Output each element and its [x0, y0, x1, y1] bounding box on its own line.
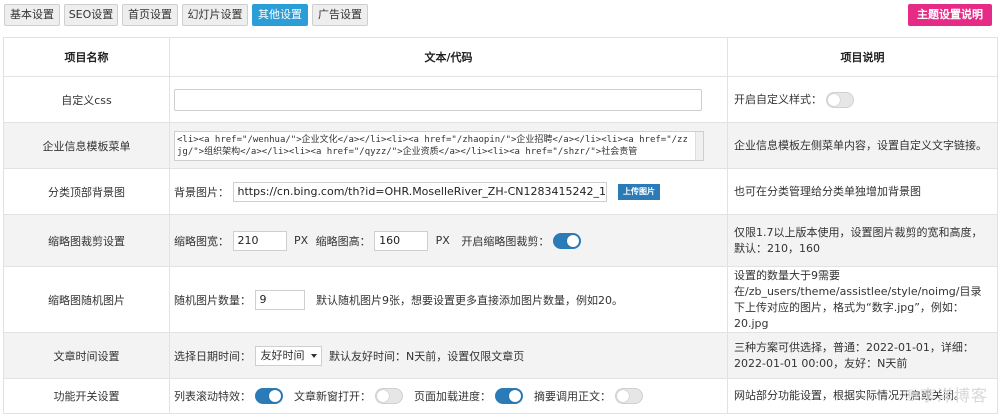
- excerpt-body-label: 摘要调用正文：: [534, 390, 611, 403]
- company-menu-code-textarea[interactable]: <li><a href="/wenhua/">企业文化</a></li><li>…: [174, 130, 704, 161]
- row-company-menu: 企业信息模板菜单 <li><a href="/wenhua/">企业文化</a>…: [3, 122, 998, 169]
- row-name: 文章时间设置: [3, 332, 170, 379]
- unit-px: PX: [435, 234, 450, 247]
- table-header: 项目名称 文本/代码 项目说明: [3, 37, 998, 77]
- thumb-height-input[interactable]: 160: [374, 230, 429, 251]
- date-time-label: 选择日期时间：: [174, 349, 251, 363]
- row-name: 分类顶部背景图: [3, 168, 170, 215]
- thumb-crop-label: 开启缩略图裁剪：: [461, 234, 550, 248]
- header-item-desc: 项目说明: [727, 37, 998, 77]
- row-desc: 仅限1.7以上版本使用，设置图片裁剪的宽和高度，默认：210，160: [727, 214, 998, 267]
- watermark-logo: ®李洋博客: [902, 386, 988, 405]
- bg-image-url-input[interactable]: https://cn.bing.com/th?id=OHR.MoselleRiv…: [232, 181, 607, 202]
- excerpt-body-toggle[interactable]: [614, 388, 643, 404]
- date-format-hint: 默认友好时间：N天前，设置仅限文章页: [329, 349, 525, 363]
- upload-image-button[interactable]: 上传图片: [618, 183, 660, 200]
- custom-css-textarea[interactable]: [174, 88, 702, 111]
- top-tab-bar: 基本设置 SEO设置 首页设置 幻灯片设置 其他设置 广告设置 主题设置说明: [0, 0, 1000, 34]
- tab-basic-settings[interactable]: 基本设置: [4, 4, 60, 26]
- row-article-time: 文章时间设置 选择日期时间： 友好时间 默认友好时间：N天前，设置仅限文章页 三…: [3, 332, 998, 379]
- header-item-name: 项目名称: [3, 37, 170, 77]
- tab-home-settings[interactable]: 首页设置: [122, 4, 178, 26]
- row-feature-switch: 功能开关设置 列表滚动特效： 文章新窗打开： 页面加载进度： 摘要调用正文： 网…: [3, 378, 998, 414]
- row-name: 缩略图随机图片: [3, 266, 170, 333]
- row-desc: 也可在分类管理给分类单独增加背景图: [727, 168, 998, 215]
- custom-style-toggle[interactable]: [825, 91, 854, 108]
- row-name: 企业信息模板菜单: [3, 122, 170, 169]
- date-format-select[interactable]: 友好时间: [254, 345, 322, 366]
- row-desc: 设置的数量大于9需要在/zb_users/theme/assistlee/sty…: [727, 266, 998, 333]
- page-progress-label: 页面加载进度：: [414, 390, 491, 403]
- textarea-scrollbar[interactable]: [695, 131, 703, 160]
- thumb-height-label: 缩略图高：: [315, 234, 371, 248]
- bg-image-label: 背景图片：: [174, 185, 229, 199]
- row-name: 功能开关设置: [3, 378, 170, 414]
- row-custom-css: 自定义css 开启自定义样式：: [3, 76, 998, 123]
- row-desc: 企业信息模板左侧菜单内容，设置自定义文字链接。: [727, 122, 998, 169]
- new-window-label: 文章新窗打开：: [294, 390, 371, 403]
- random-count-input[interactable]: 9: [254, 289, 305, 310]
- thumb-crop-toggle[interactable]: [552, 232, 581, 249]
- random-count-label: 随机图片数量：: [174, 293, 251, 307]
- unit-px: PX: [294, 234, 309, 247]
- random-count-hint: 默认随机图片9张，想要设置更多直接添加图片数量，例如20。: [316, 293, 623, 307]
- settings-table: 项目名称 文本/代码 项目说明 自定义css 开启自定义样式： 企业信息模板菜单…: [3, 37, 998, 414]
- row-thumb-crop: 缩略图裁剪设置 缩略图宽： 210 PX 缩略图高： 160 PX 开启缩略图裁…: [3, 214, 998, 267]
- tab-other-settings[interactable]: 其他设置: [252, 4, 308, 26]
- row-name: 缩略图裁剪设置: [3, 214, 170, 267]
- list-scroll-toggle[interactable]: [254, 388, 283, 404]
- row-category-bg: 分类顶部背景图 背景图片： https://cn.bing.com/th?id=…: [3, 168, 998, 215]
- tab-seo-settings[interactable]: SEO设置: [64, 4, 118, 26]
- new-window-toggle[interactable]: [374, 388, 403, 404]
- row-thumb-random: 缩略图随机图片 随机图片数量： 9 默认随机图片9张，想要设置更多直接添加图片数…: [3, 266, 998, 333]
- custom-style-label: 开启自定义样式：: [734, 92, 822, 106]
- row-desc: 三种方案可供选择，普通：2022-01-01，详细：2022-01-01 00:…: [727, 332, 998, 379]
- header-text-code: 文本/代码: [169, 37, 728, 77]
- tab-slider-settings[interactable]: 幻灯片设置: [182, 4, 248, 26]
- theme-help-button[interactable]: 主题设置说明: [908, 4, 992, 26]
- chevron-down-icon: [310, 353, 317, 358]
- thumb-width-input[interactable]: 210: [232, 230, 287, 251]
- tab-ad-settings[interactable]: 广告设置: [312, 4, 368, 26]
- list-scroll-label: 列表滚动特效：: [174, 390, 251, 403]
- row-name: 自定义css: [3, 76, 170, 123]
- thumb-width-label: 缩略图宽：: [174, 234, 229, 248]
- page-progress-toggle[interactable]: [494, 388, 523, 404]
